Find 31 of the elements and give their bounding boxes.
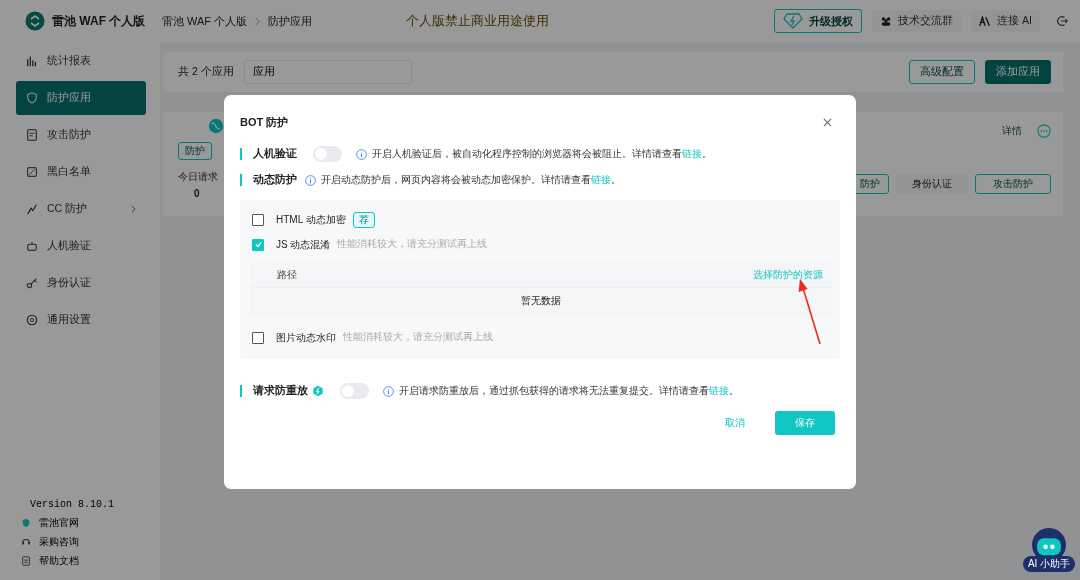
option-label: JS 动态混淆 (276, 237, 331, 252)
column-header: 路径 (277, 268, 297, 282)
app-name: 雷池 WAF 个人版 (52, 12, 146, 30)
version-text: Version 8.10.1 (29, 499, 115, 510)
sidebar-label: CC 防护 (47, 202, 88, 216)
stat-label: 今日请求 (178, 170, 218, 184)
sidebar-label: 防护应用 (47, 91, 91, 105)
section-label: 人机验证 (253, 147, 297, 161)
notice-text: 个人版禁止商业用途使用 (406, 12, 550, 30)
option-label: 图片动态水印 (276, 330, 336, 345)
info-text: 开启人机验证后，被自动化程序控制的浏览器将会被阻止。详情请查看链接。 (372, 147, 712, 161)
info-text: 开启动态防护后，网页内容将会被动态加密保护。详情请查看链接。 (321, 173, 621, 187)
sidebar-label: 人机验证 (47, 239, 91, 253)
status-tag: 防护 (178, 142, 212, 160)
protection-tag: 攻击防护 (975, 174, 1051, 194)
empty-state-text: 暂无数据 (521, 294, 561, 308)
protection-tag: 身份认证 (896, 174, 968, 194)
sidebar-label: 通用设置 (47, 313, 91, 327)
option-label: HTML 动态加密 (276, 212, 346, 227)
assistant-label: AI 小助手 (1022, 556, 1076, 572)
dialog-title: BOT 防护 (240, 115, 289, 130)
sidebar-label: 身份认证 (47, 276, 91, 290)
stat-value: 0 (194, 188, 200, 199)
app-count: 共 2 个应用 (178, 65, 234, 79)
info-text: 开启请求防重放后，通过抓包获得的请求将无法重复提交。详情请查看链接。 (399, 384, 739, 398)
sidebar-label: 黑白名单 (47, 165, 91, 179)
section-label: 请求防重放 (253, 384, 308, 398)
sidebar-label: 攻击防护 (47, 128, 91, 142)
recommended-tag: 荐 (352, 211, 375, 228)
sidebar-label: 统计报表 (47, 54, 91, 68)
section-label: 动态防护 (253, 173, 297, 187)
